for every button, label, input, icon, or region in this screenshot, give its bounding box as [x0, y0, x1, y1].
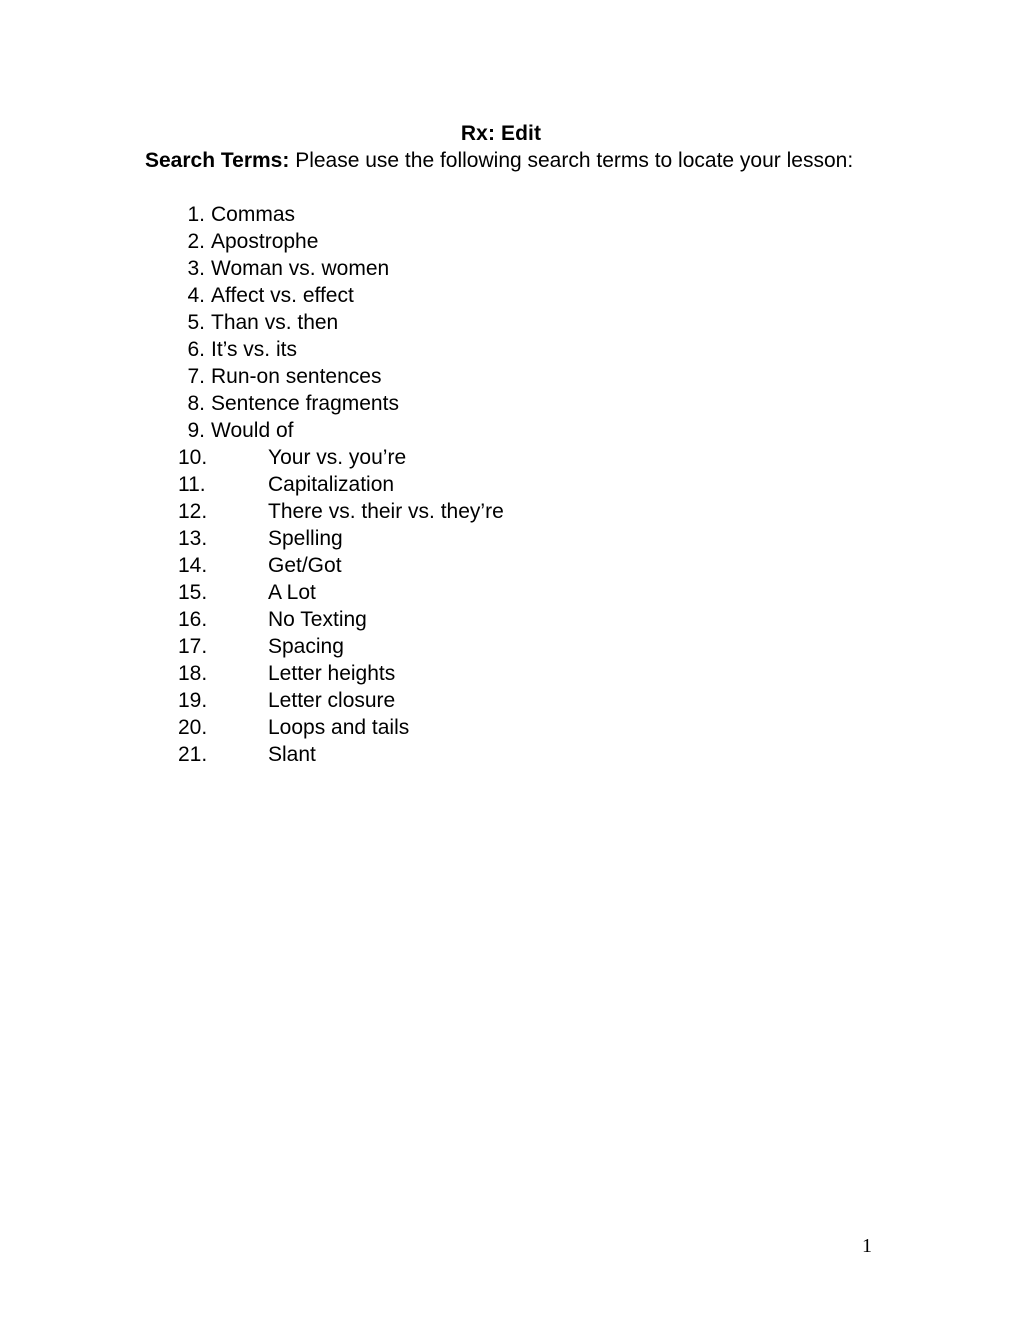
list-item-number: 7.	[187, 365, 205, 388]
document-page: Rx: Edit Search Terms: Please use the fo…	[0, 0, 1020, 1320]
list-item-number: 20.	[178, 716, 208, 739]
list-item-label: Sentence fragments	[211, 392, 399, 415]
list-item-number: 18.	[178, 662, 208, 685]
list-item: 21. Slant	[145, 741, 875, 768]
list-item-label: Letter closure	[268, 689, 396, 712]
list-item-label: Loops and tails	[268, 716, 410, 739]
list-item-number: 8.	[187, 392, 205, 415]
list-item: 16. No Texting	[145, 606, 875, 633]
list-item: 19. Letter closure	[145, 687, 875, 714]
list-item: 13. Spelling	[145, 525, 875, 552]
list-item: 2. Apostrophe	[145, 228, 875, 255]
list-item-label: Affect vs. effect	[211, 284, 354, 307]
list-item-number: 1.	[187, 203, 205, 226]
list-item-label: No Texting	[268, 608, 367, 631]
list-item-label: Than vs. then	[211, 311, 339, 334]
list-item: 8. Sentence fragments	[145, 390, 875, 417]
list-item-number: 9.	[187, 419, 205, 442]
list-item: 6. It’s vs. its	[145, 336, 875, 363]
list-item: 12. There vs. their vs. they’re	[145, 498, 875, 525]
page-title: Rx: Edit	[460, 122, 542, 145]
list-item: 18. Letter heights	[145, 660, 875, 687]
list-item-label: Woman vs. women	[211, 257, 390, 280]
list-item-number: 6.	[187, 338, 205, 361]
list-item-label: Commas	[211, 203, 296, 226]
list-item-number: 4.	[187, 284, 205, 307]
intro-paragraph: Search Terms: Please use the following s…	[145, 147, 875, 174]
document-body: Rx: Edit Search Terms: Please use the fo…	[145, 120, 875, 768]
list-item-number: 5.	[187, 311, 205, 334]
list-item-label: Apostrophe	[211, 230, 319, 253]
list-item: 7. Run-on sentences	[145, 363, 875, 390]
list-item: 15. A Lot	[145, 579, 875, 606]
list-item: 17. Spacing	[145, 633, 875, 660]
intro-body-text: Please use the following search terms to…	[289, 149, 854, 172]
list-item: 5. Than vs. then	[145, 309, 875, 336]
list-item-number: 21.	[178, 743, 208, 766]
list-item-number: 13.	[178, 527, 208, 550]
list-item-number: 17.	[178, 635, 208, 658]
list-item-number: 11.	[178, 473, 206, 496]
list-item-label: There vs. their vs. they’re	[268, 500, 504, 523]
list-item: 1. Commas	[145, 201, 875, 228]
list-item-label: Spelling	[268, 527, 343, 550]
list-item: 9. Would of	[145, 417, 875, 444]
list-item-number: 12.	[178, 500, 208, 523]
list-item-label: Letter heights	[268, 662, 396, 685]
list-item-label: Get/Got	[268, 554, 342, 577]
intro-lead-label: Search Terms:	[145, 149, 290, 172]
list-item-number: 16.	[178, 608, 208, 631]
list-item-label: Spacing	[268, 635, 344, 658]
list-item: 3. Woman vs. women	[145, 255, 875, 282]
list-item: 10. Your vs. you’re	[145, 444, 875, 471]
list-item-label: Run-on sentences	[211, 365, 382, 388]
search-terms-list-wrapper: 1. Commas 2. Apostrophe 3. Woman vs. women 4. A…	[145, 201, 875, 768]
list-item-number: 19.	[178, 689, 208, 712]
list-item: 4. Affect vs. effect	[145, 282, 875, 309]
list-item-label: It’s vs. its	[211, 338, 297, 361]
list-item: 11. Capitalization	[145, 471, 875, 498]
list-item: 20. Loops and tails	[145, 714, 875, 741]
list-item-label: Capitalization	[268, 473, 395, 496]
list-item: 14. Get/Got	[145, 552, 875, 579]
list-item-label: A Lot	[268, 581, 316, 604]
list-item-number: 10.	[178, 446, 208, 469]
search-terms-list: 1. Commas 2. Apostrophe 3. Woman vs. women 4. A…	[145, 201, 875, 768]
list-item-label: Would of	[211, 419, 294, 442]
list-item-number: 3.	[187, 257, 205, 280]
list-item-label: Your vs. you’re	[268, 446, 407, 469]
list-item-number: 14.	[178, 554, 208, 577]
page-number: 1	[862, 1235, 872, 1257]
list-item-number: 2.	[187, 230, 205, 253]
list-item-number: 15.	[178, 581, 208, 604]
list-item-label: Slant	[268, 743, 316, 766]
